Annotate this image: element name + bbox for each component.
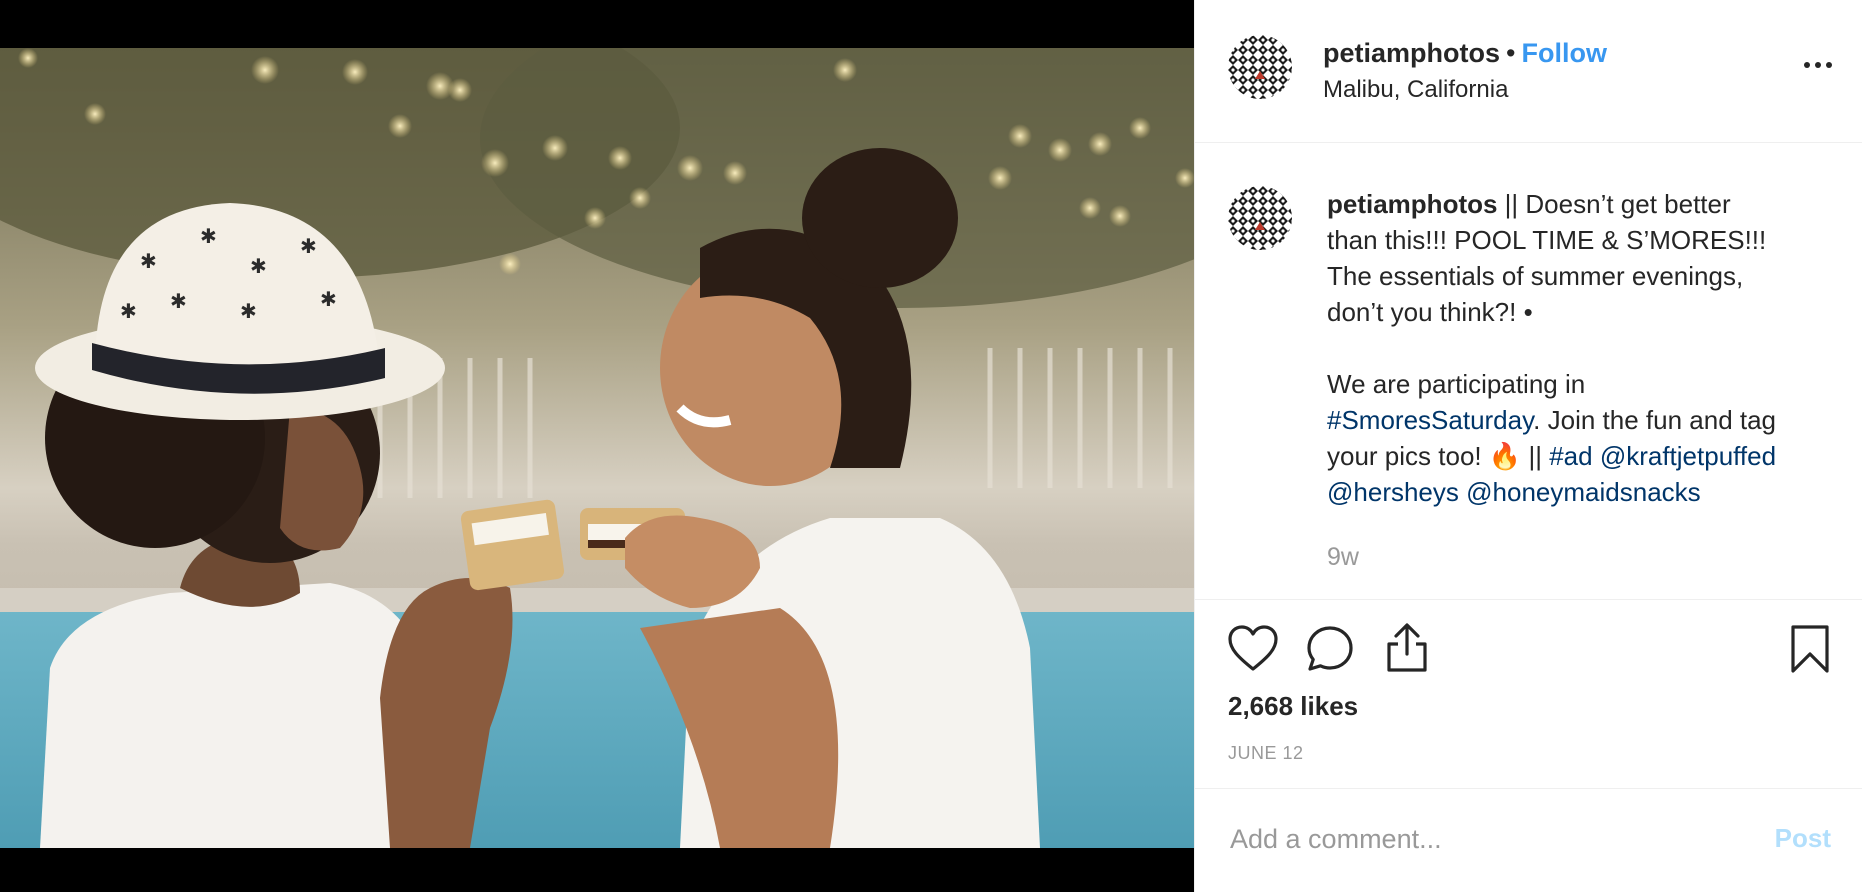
- caption-avatar[interactable]: [1228, 186, 1292, 250]
- mention-link[interactable]: @honeymaidsnacks: [1466, 477, 1701, 507]
- likes-count[interactable]: 2,668 likes: [1228, 691, 1358, 722]
- svg-text:✱: ✱: [300, 234, 317, 258]
- caption-line: don’t you think?! •: [1327, 297, 1533, 327]
- comment-bubble-icon[interactable]: [1306, 625, 1354, 678]
- mention-link[interactable]: @kraftjetpuffed: [1600, 441, 1776, 471]
- bookmark-icon[interactable]: [1790, 624, 1830, 679]
- caption-text: petiamphotos || Doesn’t get better than …: [1327, 186, 1862, 510]
- hashtag-link[interactable]: #SmoresSaturday: [1327, 405, 1533, 435]
- location-link[interactable]: Malibu, California: [1323, 75, 1607, 105]
- comment-input[interactable]: [1228, 813, 1752, 865]
- svg-text:✱: ✱: [120, 299, 137, 323]
- post-header: petiamphotos • Follow Malibu, California: [1195, 0, 1862, 143]
- post-actions: 2,668 likes JUNE 12: [1195, 599, 1862, 789]
- caption-line: The essentials of summer evenings,: [1327, 261, 1744, 291]
- post-details-panel: petiamphotos•Follow Malibu, California: [1194, 0, 1862, 892]
- hashtag-link[interactable]: #ad: [1549, 441, 1592, 471]
- caption-line: We are participating in: [1327, 369, 1586, 399]
- caption-line: than this!!! POOL TIME & S’MORES!!!: [1327, 225, 1767, 255]
- svg-text:✱: ✱: [200, 224, 217, 248]
- ellipsis-dot: [1815, 62, 1821, 68]
- mention-link[interactable]: @hersheys: [1327, 477, 1459, 507]
- svg-text:✱: ✱: [250, 254, 267, 278]
- photo-illustration: ✱ ✱ ✱ ✱ ✱ ✱ ✱ ✱: [0, 48, 1194, 848]
- svg-text:✱: ✱: [320, 287, 337, 311]
- svg-text:✱: ✱: [240, 299, 257, 323]
- caption-line: your pics too! 🔥 ||: [1327, 441, 1550, 471]
- comment-box: Post: [1195, 788, 1862, 892]
- caption-section: petiamphotos || Doesn’t get better than …: [1195, 143, 1862, 599]
- svg-text:✱: ✱: [170, 289, 187, 313]
- post-date: JUNE 12: [1228, 743, 1304, 763]
- post-time-ago[interactable]: 9w: [1327, 543, 1359, 572]
- heart-icon[interactable]: [1228, 625, 1278, 678]
- instagram-post: ✱ ✱ ✱ ✱ ✱ ✱ ✱ ✱ petiamphotos • Follow Ma…: [0, 0, 1862, 892]
- svg-text:✱: ✱: [140, 249, 157, 273]
- avatar-pattern-icon: [1228, 186, 1292, 250]
- ellipsis-dot: [1826, 62, 1832, 68]
- post-comment-button[interactable]: Post: [1775, 823, 1831, 854]
- share-icon[interactable]: [1385, 622, 1429, 679]
- caption-line: . Join the fun and tag: [1533, 405, 1777, 435]
- avatar[interactable]: [1228, 35, 1292, 99]
- header-username-link[interactable]: petiamphotos: [1323, 38, 1500, 68]
- separator-dot: •: [1506, 38, 1516, 68]
- post-photo[interactable]: ✱ ✱ ✱ ✱ ✱ ✱ ✱ ✱: [0, 48, 1194, 848]
- caption-line: || Doesn’t get better: [1497, 189, 1731, 219]
- caption-username-link[interactable]: petiamphotos: [1327, 189, 1497, 219]
- follow-button[interactable]: Follow: [1521, 38, 1606, 68]
- ellipsis-dot: [1804, 62, 1810, 68]
- avatar-pattern-icon: [1228, 35, 1292, 99]
- post-media: ✱ ✱ ✱ ✱ ✱ ✱ ✱ ✱: [0, 0, 1194, 892]
- ellipsis-icon[interactable]: [1804, 62, 1832, 68]
